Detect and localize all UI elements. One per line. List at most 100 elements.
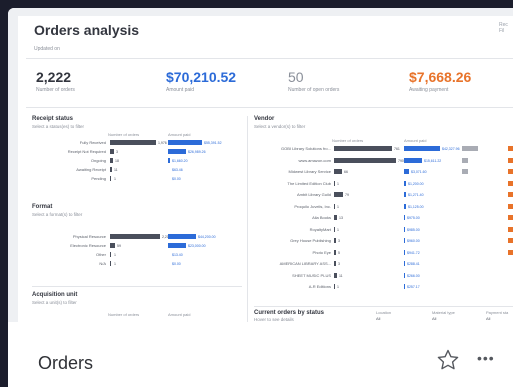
row-label: Grey House Publishing xyxy=(290,238,331,243)
dashboard-card[interactable]: Orders analysis Updated on Rec Fil 2,222… xyxy=(8,8,513,387)
vendor-row[interactable]: Ambit Library Guild 79 $1,271.40 xyxy=(254,192,513,199)
orders-value: 13 xyxy=(339,216,343,220)
col-orders: Number of orders xyxy=(332,138,364,143)
amount-bar xyxy=(404,284,405,289)
receipt-status-subtitle: Select a status(es) to filter xyxy=(32,124,85,129)
kpi-row: 2,222 Number of orders $70,210.52 Amount… xyxy=(26,58,513,108)
star-outline-icon[interactable] xyxy=(436,348,460,372)
format-row[interactable]: N/A 1 $0.00 xyxy=(26,261,248,268)
orders-bar xyxy=(110,243,115,248)
format-row[interactable]: Electronic Resource 59 $23,000.00 xyxy=(26,243,248,250)
amount-bar xyxy=(404,238,405,243)
orders-value: 1 xyxy=(114,253,116,257)
row-label: N/A xyxy=(99,261,106,266)
orders-bar xyxy=(110,140,156,145)
kpi-orders: 2,222 Number of orders xyxy=(36,69,75,93)
filter-material-value[interactable]: All xyxy=(432,316,436,321)
dashboard-thumbnail[interactable]: Orders analysis Updated on Rec Fil 2,222… xyxy=(8,8,513,322)
vendor-row[interactable]: A-R Editions 1 $257.17 xyxy=(254,284,513,291)
kpi-value: 2,222 xyxy=(36,69,72,85)
col-orders: Number of orders xyxy=(108,312,140,317)
amount-value: $15,611.22 xyxy=(424,158,442,163)
orders-bar xyxy=(110,252,111,257)
receipt-row[interactable]: Ongoing 18 $1,660.20 xyxy=(26,158,248,165)
row-label: The Limited Edition Club xyxy=(287,180,331,186)
col-orders: Number of orders xyxy=(108,132,140,137)
orders-bar xyxy=(334,157,396,163)
orders-value: 66 xyxy=(344,170,348,174)
kpi-open-orders: 50 Number of open orders xyxy=(288,69,339,93)
orders-value: 79 xyxy=(345,193,349,197)
orders-value: 1 xyxy=(337,181,339,186)
receipt-row[interactable]: Fully Received 1,976 $55,391.52 xyxy=(26,140,248,147)
vendor-row[interactable]: Midwest Library Service 66 $3,071.60 xyxy=(254,169,513,176)
kpi-awaiting-payment: $7,668.26 Awaiting payment xyxy=(409,69,471,93)
amount-bar xyxy=(404,215,405,220)
orders-bar xyxy=(110,158,113,163)
format-title: Format xyxy=(32,204,53,210)
amount-value: $0.00 xyxy=(172,262,181,266)
kpi-value: $70,210.52 xyxy=(166,69,237,85)
vendor-row[interactable]: www.amazon.com 790 $15,611.22 xyxy=(254,157,513,165)
vendor-row[interactable]: SHEET MUSIC PLUS 11 $266.00 xyxy=(254,272,513,280)
orders-value: 3 xyxy=(338,262,340,266)
receipt-row[interactable]: Pending 1 $0.00 xyxy=(26,176,248,183)
orders-bar xyxy=(334,261,336,266)
kpi-label: Awaiting payment xyxy=(409,87,449,93)
kpi-label: Number of open orders xyxy=(288,87,340,93)
amount-bar xyxy=(168,158,170,163)
receipt-row[interactable]: Awaiting Receipt 11 $63.46 xyxy=(26,167,248,174)
orders-value: 11 xyxy=(339,273,343,278)
amount-bar xyxy=(168,149,186,154)
more-horizontal-icon[interactable]: ••• xyxy=(477,350,495,366)
row-label: Photo Eye xyxy=(312,249,331,255)
filter-location-value[interactable]: All xyxy=(376,316,380,321)
open-orders-bar xyxy=(462,157,468,163)
row-label: Physical Resource xyxy=(72,234,106,239)
amount-value: $1,200.00 xyxy=(408,181,424,186)
row-label: Awaiting Receipt xyxy=(76,167,106,172)
vendor-row[interactable]: Alia Books 13 $975.00 xyxy=(254,215,513,222)
amount-bar xyxy=(404,249,405,255)
orders-value: 1 xyxy=(337,227,339,232)
amount-value: $1,125.00 xyxy=(408,204,424,209)
orders-bar xyxy=(110,234,160,239)
card-title[interactable]: Orders xyxy=(38,353,93,374)
orders-bar xyxy=(334,272,337,278)
orders-value: 18 xyxy=(115,159,119,163)
kpi-value: 50 xyxy=(288,69,304,85)
amount-value: $257.17 xyxy=(407,285,420,289)
vendor-row[interactable]: Proquilo Juvelis, Inc. 1 $1,125.00 xyxy=(254,203,513,211)
orders-bar xyxy=(334,238,336,243)
amount-bar xyxy=(404,157,422,163)
format-row[interactable]: Physical Resource 2,211 $44,200.00 xyxy=(26,234,248,241)
row-label: AMERICAN LIBRARY ASS... xyxy=(279,261,331,266)
format-row[interactable]: Other 1 $13.40 xyxy=(26,252,248,259)
orders-bar xyxy=(110,167,112,172)
awaiting-payment-bar xyxy=(508,238,513,243)
col-amount: Amount paid xyxy=(168,132,191,137)
amount-value: $1,271.40 xyxy=(408,193,424,197)
orders-bar xyxy=(334,146,392,151)
orders-bar xyxy=(334,249,336,255)
orders-bar xyxy=(110,176,111,181)
vendor-row[interactable]: Photo Eye 5 $941.72 xyxy=(254,249,513,257)
filter-payment-value[interactable]: All xyxy=(486,316,490,321)
amount-bar xyxy=(404,272,405,278)
awaiting-payment-bar xyxy=(508,249,513,255)
acquisition-unit-title: Acquisition unit xyxy=(32,292,78,298)
vendor-row[interactable]: GOBI Library Solutions fro... 761 $42,327.… xyxy=(254,146,513,153)
vendor-row[interactable]: Grey House Publishing 3 $960.00 xyxy=(254,238,513,245)
vendor-row[interactable]: RoyaltyMart 1 $985.00 xyxy=(254,226,513,234)
vendor-row[interactable]: The Limited Edition Club 1 $1,200.00 xyxy=(254,180,513,188)
row-label: RoyaltyMart xyxy=(309,226,331,232)
orders-bar xyxy=(334,169,342,174)
orders-value: 11 xyxy=(114,168,118,172)
vendor-row[interactable]: AMERICAN LIBRARY ASS... 3 $288.41 xyxy=(254,261,513,268)
divider xyxy=(254,306,513,307)
receipt-row[interactable]: Receipt Not Required 3 $26,989.26 xyxy=(26,149,248,156)
left-panel: Receipt status Select a status(es) to fi… xyxy=(26,116,248,322)
receipt-status-title: Receipt status xyxy=(32,116,74,122)
orders-value: 1 xyxy=(114,177,116,181)
amount-value: $960.00 xyxy=(407,239,420,243)
